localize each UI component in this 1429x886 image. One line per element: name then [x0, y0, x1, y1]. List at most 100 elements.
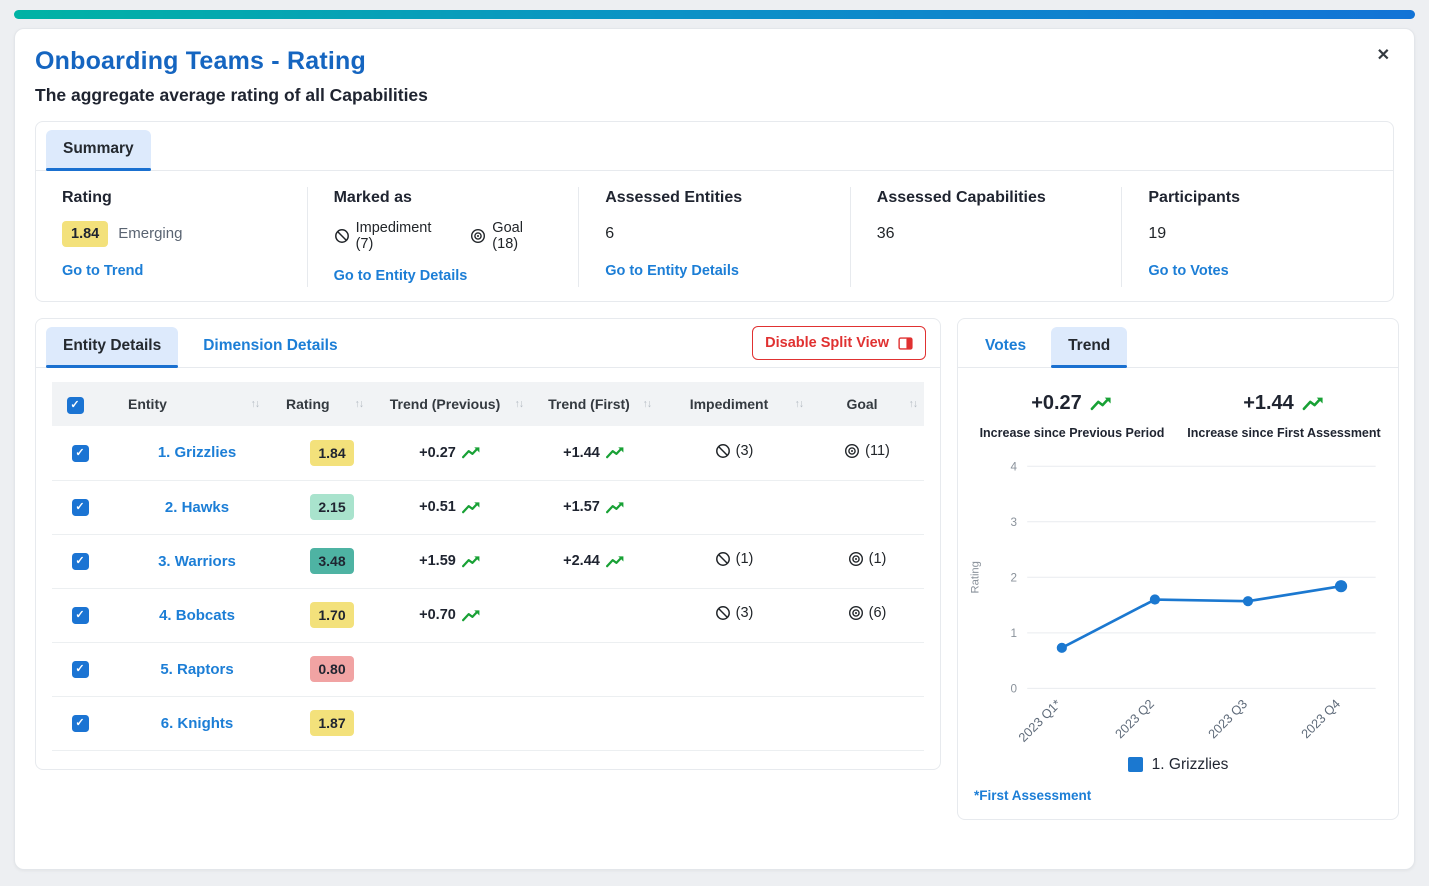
column-header-rating[interactable]: Rating↑↓	[266, 382, 370, 426]
column-header-trend-first[interactable]: Trend (First)↑↓	[530, 382, 658, 426]
trend-up-icon	[606, 555, 625, 568]
trend-stats-row: +0.27 Increase since Previous Period +1.…	[958, 368, 1398, 444]
entity-link[interactable]: 2. Hawks	[165, 499, 229, 516]
assessed-entities-value: 6	[605, 225, 614, 243]
sort-icon[interactable]: ↑↓	[355, 398, 364, 410]
trend-tab-bar: Votes Trend	[958, 319, 1398, 368]
column-header-entity[interactable]: Entity↑↓	[108, 382, 266, 426]
tab-summary[interactable]: Summary	[46, 130, 151, 170]
svg-text:2023 Q1*: 2023 Q1*	[1015, 696, 1064, 745]
summary-stats-row: Rating 1.84 Emerging Go to Trend Marked …	[36, 171, 1393, 301]
close-button[interactable]: ✕	[1377, 45, 1390, 65]
trend-first-value: +2.44	[563, 553, 625, 569]
column-header-select: ✓	[52, 382, 108, 426]
summary-rating-badge: 1.84	[62, 221, 108, 247]
summary-panel: Summary Rating 1.84 Emerging Go to Trend…	[35, 121, 1394, 302]
trend-first-value: +1.44	[563, 445, 625, 461]
assessed-entities-link[interactable]: Go to Entity Details	[605, 263, 739, 279]
table-row: ✓ 1. Grizzlies 1.84 +0.27 +1.44 (3) (11)	[52, 426, 924, 480]
tab-entity-details[interactable]: Entity Details	[46, 327, 178, 367]
participants-value: 19	[1148, 225, 1166, 243]
details-tab-bar: Entity Details Dimension Details	[36, 319, 365, 367]
trend-up-icon	[462, 501, 481, 514]
trend-up-icon	[606, 501, 625, 514]
goal-cell-content: (6)	[848, 605, 887, 621]
rating-badge: 1.70	[310, 602, 353, 628]
content-row: Entity Details Dimension Details Disable…	[15, 302, 1414, 820]
go-to-trend-link[interactable]: Go to Trend	[62, 263, 143, 279]
sort-icon[interactable]: ↑↓	[909, 398, 918, 410]
goal-icon	[844, 443, 860, 459]
row-checkbox[interactable]: ✓	[72, 607, 89, 624]
trend-panel: Votes Trend +0.27 Increase since Previou…	[957, 318, 1399, 820]
goal-icon	[848, 605, 864, 621]
row-checkbox[interactable]: ✓	[72, 499, 89, 516]
stat-marked-as-label: Marked as	[334, 189, 553, 207]
entity-link[interactable]: 5. Raptors	[160, 661, 233, 678]
svg-text:3: 3	[1010, 516, 1017, 529]
rating-badge: 0.80	[310, 656, 353, 682]
entity-table: ✓ Entity↑↓ Rating↑↓ Trend (Previous)↑↓ T…	[52, 382, 924, 751]
impediment-cell-content: (3)	[715, 443, 754, 459]
marked-as-entity-details-link[interactable]: Go to Entity Details	[334, 268, 468, 284]
row-checkbox[interactable]: ✓	[72, 445, 89, 462]
sort-icon[interactable]: ↑↓	[795, 398, 804, 410]
stat-assessed-capabilities: Assessed Capabilities 36	[850, 187, 1122, 287]
column-header-trend-previous[interactable]: Trend (Previous)↑↓	[370, 382, 530, 426]
goal-icon	[848, 551, 864, 567]
sort-icon[interactable]: ↑↓	[251, 398, 260, 410]
svg-text:2023 Q4: 2023 Q4	[1298, 696, 1343, 741]
svg-text:2023 Q2: 2023 Q2	[1112, 696, 1157, 741]
stat-marked-as: Marked as Impediment (7) Goal (18) Go to…	[307, 187, 579, 287]
first-assessment-footnote: *First Assessment	[958, 780, 1398, 819]
trend-up-icon	[606, 446, 625, 459]
trend-previous-value: +0.27	[419, 445, 481, 461]
column-header-impediment[interactable]: Impediment↑↓	[658, 382, 810, 426]
row-checkbox[interactable]: ✓	[72, 661, 89, 678]
svg-text:Rating: Rating	[969, 561, 981, 593]
table-header-row: ✓ Entity↑↓ Rating↑↓ Trend (Previous)↑↓ T…	[52, 382, 924, 426]
tab-trend[interactable]: Trend	[1051, 327, 1127, 367]
go-to-votes-link[interactable]: Go to Votes	[1148, 263, 1228, 279]
trend-up-icon	[1302, 396, 1325, 411]
impediment-icon	[715, 605, 731, 621]
table-row: ✓ 2. Hawks 2.15 +0.51 +1.57	[52, 480, 924, 534]
stat-rating-label: Rating	[62, 189, 281, 207]
entity-link[interactable]: 3. Warriors	[158, 553, 236, 570]
increase-first-value: +1.44	[1243, 392, 1294, 415]
impediment-icon	[715, 443, 731, 459]
split-view-icon	[898, 336, 913, 351]
trend-previous-value: +0.70	[419, 607, 481, 623]
trend-line-chart: 01234Rating2023 Q1*2023 Q22023 Q32023 Q4	[964, 454, 1392, 754]
trend-previous-value: +1.59	[419, 553, 481, 569]
legend-swatch	[1128, 757, 1143, 772]
trend-up-icon	[462, 446, 481, 459]
assessed-entities-label: Assessed Entities	[605, 189, 824, 207]
row-checkbox[interactable]: ✓	[72, 553, 89, 570]
chart-area: 01234Rating2023 Q1*2023 Q22023 Q32023 Q4	[958, 444, 1398, 754]
page-title: Onboarding Teams - Rating	[35, 47, 1394, 76]
svg-text:2023 Q3: 2023 Q3	[1205, 696, 1250, 741]
participants-label: Participants	[1148, 189, 1367, 207]
impediment-cell-content: (1)	[715, 551, 754, 567]
rating-badge: 3.48	[310, 548, 353, 574]
sort-icon[interactable]: ↑↓	[643, 398, 652, 410]
stat-increase-first: +1.44 Increase since First Assessment	[1178, 392, 1390, 440]
marked-goal: Goal (18)	[470, 220, 552, 252]
table-row: ✓ 6. Knights 1.87	[52, 696, 924, 750]
disable-split-view-button[interactable]: Disable Split View	[752, 326, 926, 360]
entity-link[interactable]: 6. Knights	[161, 715, 234, 732]
row-checkbox[interactable]: ✓	[72, 715, 89, 732]
rating-badge: 1.87	[310, 710, 353, 736]
entity-link[interactable]: 1. Grizzlies	[158, 444, 236, 461]
stat-participants: Participants 19 Go to Votes	[1121, 187, 1393, 287]
marked-impediment: Impediment (7)	[334, 220, 453, 252]
entity-link[interactable]: 4. Bobcats	[159, 607, 235, 624]
sort-icon[interactable]: ↑↓	[515, 398, 524, 410]
tab-votes[interactable]: Votes	[968, 327, 1043, 367]
column-header-goal[interactable]: Goal↑↓	[810, 382, 924, 426]
tab-dimension-details[interactable]: Dimension Details	[186, 327, 354, 367]
rating-badge: 1.84	[310, 440, 353, 466]
select-all-checkbox[interactable]: ✓	[67, 397, 84, 414]
chart-legend: 1. Grizzlies	[958, 754, 1398, 780]
